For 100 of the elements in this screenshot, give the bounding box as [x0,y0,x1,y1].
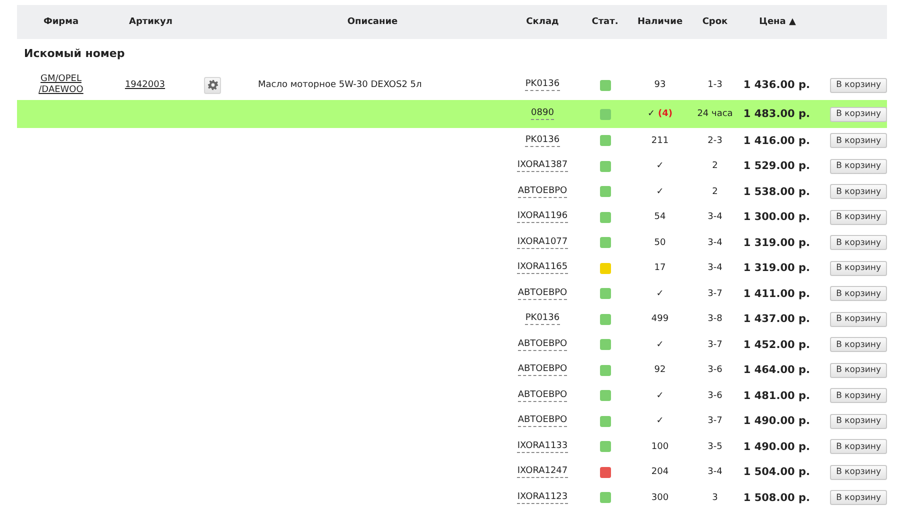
column-header[interactable]: Цена ▲ [759,17,796,27]
price-text: 1 416.00 р. [743,134,811,147]
column-header[interactable]: Фирма [43,17,79,27]
price-text: 1 436.00 р. [743,79,811,91]
delivery-term: 3-6 [708,390,722,401]
availability-text: ✓ [656,161,664,172]
warehouse-link[interactable]: АВТОЕВРО [518,338,568,351]
availability-text: ✓ [656,288,664,299]
delivery-term: 3 [712,492,718,503]
delivery-term: 3-7 [708,340,722,350]
gear-icon [208,80,218,90]
availability-text: ✓ [647,109,656,119]
warehouse-link[interactable]: IXORA1196 [517,211,568,224]
availability-text: 100 [651,442,669,452]
article-link[interactable]: 1942003 [124,80,166,90]
price-text: 1 490.00 р. [743,415,811,428]
warehouse-link[interactable]: 0890 [531,108,554,120]
delivery-term: 3-6 [708,365,722,376]
add-to-cart-button[interactable]: В корзину [830,286,887,302]
warehouse-link[interactable]: АВТОЕВРО [518,288,568,300]
add-to-cart-button[interactable]: В корзину [830,490,887,506]
add-to-cart-button[interactable]: В корзину [830,133,887,148]
warehouse-link[interactable]: АВТОЕВРО [518,390,568,402]
add-to-cart-button[interactable]: В корзину [830,312,887,327]
availability-text: ✓ [656,340,664,350]
availability-text: 93 [654,80,666,90]
warehouse-link[interactable]: IXORA1387 [517,160,568,172]
availability-text: ✓ [656,416,664,426]
price-text: 1 464.00 р. [743,364,811,376]
delivery-term: 2 [712,186,718,197]
column-header[interactable]: Наличие [637,17,683,27]
add-to-cart-button[interactable]: В корзину [830,362,887,378]
delivery-term: 3-4 [708,467,722,478]
add-to-cart-button[interactable]: В корзину [830,464,887,480]
warehouse-link[interactable]: PK0136 [525,134,560,147]
warehouse-link[interactable]: IXORA1165 [517,262,568,274]
delivery-term: 3-7 [708,416,722,426]
price-text: 1 508.00 р. [743,492,811,504]
price-text: 1 529.00 р. [743,160,811,172]
warehouse-link[interactable]: АВТОЕВРО [518,415,568,428]
column-header[interactable]: Описание [347,17,398,27]
add-to-cart-button[interactable]: В корзину [830,388,887,404]
warehouse-link[interactable]: АВТОЕВРО [518,364,568,376]
add-to-cart-button[interactable]: В корзину [830,158,887,174]
availability-text: ✓ [656,390,664,401]
delivery-term: 1-3 [708,80,722,90]
add-to-cart-button[interactable]: В корзину [830,210,887,225]
column-header[interactable]: Стат. [592,17,618,27]
price-text: 1 538.00 р. [743,186,811,198]
delivery-term: 3-7 [708,288,722,299]
availability-text: 499 [651,314,669,324]
warehouse-link[interactable]: IXORA1133 [517,440,568,453]
price-text: 1 437.00 р. [743,313,811,326]
price-text: 1 483.00 р. [743,108,811,120]
price-text: 1 452.00 р. [743,338,811,351]
add-to-cart-button[interactable]: В корзину [830,260,887,276]
column-header[interactable]: Артикул [129,17,172,27]
availability-text: 92 [654,365,666,376]
description-text: Масло моторное 5W-30 DEXOS2 5л [257,80,422,90]
availability-text: 50 [654,238,666,248]
column-header[interactable]: Склад [526,17,559,27]
brand-link[interactable]: GM/OPEL /DAEWOO [35,74,87,96]
availability-text: 54 [654,212,666,222]
reserve-count: (4) [658,109,673,119]
add-to-cart-button[interactable]: В корзину [830,78,887,92]
delivery-term: 3-4 [708,263,722,274]
warehouse-link[interactable]: IXORA1247 [517,466,568,478]
warehouse-link[interactable]: PK0136 [525,313,560,326]
delivery-term: 2-3 [708,136,722,146]
warehouse-link[interactable]: IXORA1077 [517,236,568,249]
delivery-term: 2 [712,161,718,172]
add-to-cart-button[interactable]: В корзину [830,337,887,352]
availability-text: ✓ [656,186,664,197]
availability-text: 17 [654,263,666,274]
price-text: 1 319.00 р. [743,236,811,249]
price-text: 1 504.00 р. [743,466,811,478]
price-text: 1 481.00 р. [743,390,811,402]
add-to-cart-button[interactable]: В корзину [830,414,887,429]
column-header[interactable]: Срок [702,17,728,27]
delivery-term: 3-8 [708,314,722,324]
delivery-term: 3-4 [708,212,722,222]
add-to-cart-button[interactable]: В корзину [830,439,887,454]
delivery-term: 24 часа [697,109,733,119]
availability-text: 300 [651,492,669,503]
warehouse-link[interactable]: АВТОЕВРО [518,186,568,198]
add-to-cart-button[interactable]: В корзину [830,184,887,200]
price-text: 1 490.00 р. [743,440,811,453]
availability-text: 204 [651,467,669,478]
availability-text: 211 [651,136,669,146]
price-text: 1 411.00 р. [743,288,811,300]
warehouse-link[interactable]: IXORA1123 [517,492,568,504]
delivery-term: 3-5 [708,442,722,452]
settings-button[interactable] [204,76,221,94]
delivery-term: 3-4 [708,238,722,248]
warehouse-link[interactable]: PK0136 [525,79,560,91]
add-to-cart-button[interactable]: В корзину [830,106,887,122]
price-text: 1 319.00 р. [743,262,811,274]
price-text: 1 300.00 р. [743,211,811,224]
section-title: Искомый номер [23,46,126,62]
add-to-cart-button[interactable]: В корзину [830,235,887,250]
